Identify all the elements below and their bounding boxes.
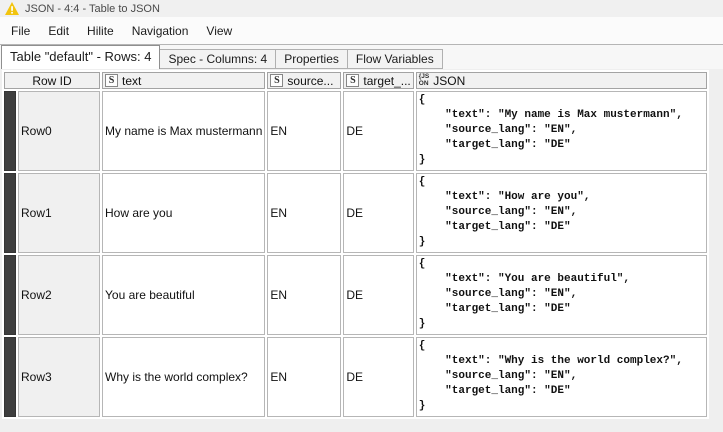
- row-color-bar: [4, 91, 16, 171]
- row-color-bar: [4, 337, 16, 417]
- window-title: JSON - 4:4 - Table to JSON: [25, 2, 160, 15]
- column-label: target_...: [363, 73, 411, 88]
- tab-properties[interactable]: Properties: [275, 49, 348, 69]
- column-header-rowid[interactable]: Row ID: [4, 72, 100, 89]
- row-id-cell[interactable]: Row1: [18, 173, 100, 253]
- json-type-icon: {JS ON: [418, 73, 430, 87]
- text-cell[interactable]: Why is the world complex?: [102, 337, 266, 417]
- target-lang-cell[interactable]: DE: [343, 91, 414, 171]
- json-cell[interactable]: { "text": "Why is the world complex?", "…: [415, 337, 707, 417]
- column-header-target-lang[interactable]: S target_...: [343, 72, 414, 89]
- row-id-cell[interactable]: Row0: [18, 91, 100, 171]
- menu-item-file[interactable]: File: [2, 20, 39, 42]
- row-color-bar: [4, 255, 16, 335]
- menu-item-navigation[interactable]: Navigation: [123, 20, 198, 42]
- warning-triangle-icon: [5, 2, 19, 15]
- header-row: Row ID S text S source... S target_... {…: [4, 72, 707, 89]
- menu-item-edit[interactable]: Edit: [39, 20, 78, 42]
- table-row: Row2 You are beautiful EN DE { "text": "…: [4, 255, 707, 335]
- json-cell[interactable]: { "text": "How are you", "source_lang": …: [415, 173, 707, 253]
- table-row: Row0 My name is Max mustermann EN DE { "…: [4, 91, 707, 171]
- menu-item-view[interactable]: View: [197, 20, 241, 42]
- table-row: Row3 Why is the world complex? EN DE { "…: [4, 337, 707, 417]
- source-lang-cell[interactable]: EN: [267, 173, 342, 253]
- data-table: Row ID S text S source... S target_... {…: [2, 70, 709, 419]
- column-header-text[interactable]: S text: [102, 72, 266, 89]
- row-id-cell[interactable]: Row3: [18, 337, 100, 417]
- target-lang-cell[interactable]: DE: [343, 255, 414, 335]
- row-color-bar: [4, 173, 16, 253]
- text-cell[interactable]: My name is Max mustermann: [102, 91, 266, 171]
- text-cell[interactable]: You are beautiful: [102, 255, 266, 335]
- json-cell[interactable]: { "text": "My name is Max mustermann", "…: [415, 91, 707, 171]
- string-type-icon: S: [346, 74, 360, 87]
- source-lang-cell[interactable]: EN: [267, 255, 342, 335]
- table-row: Row1 How are you EN DE { "text": "How ar…: [4, 173, 707, 253]
- tab-spec-columns[interactable]: Spec - Columns: 4: [159, 49, 277, 69]
- string-type-icon: S: [105, 74, 118, 87]
- column-header-json[interactable]: {JS ON JSON: [415, 72, 707, 89]
- row-id-cell[interactable]: Row2: [18, 255, 100, 335]
- source-lang-cell[interactable]: EN: [267, 91, 342, 171]
- title-bar: JSON - 4:4 - Table to JSON: [0, 0, 723, 17]
- json-cell[interactable]: { "text": "You are beautiful", "source_l…: [415, 255, 707, 335]
- string-type-icon: S: [270, 74, 284, 87]
- source-lang-cell[interactable]: EN: [267, 337, 342, 417]
- menu-bar: File Edit Hilite Navigation View: [0, 17, 723, 45]
- tab-table-default[interactable]: Table "default" - Rows: 4: [1, 45, 161, 69]
- menu-item-hilite[interactable]: Hilite: [78, 20, 123, 42]
- column-header-source-lang[interactable]: S source...: [267, 72, 342, 89]
- tab-strip: Table "default" - Rows: 4 Spec - Columns…: [0, 45, 723, 69]
- tab-flow-variables[interactable]: Flow Variables: [346, 49, 443, 69]
- target-lang-cell[interactable]: DE: [343, 337, 414, 417]
- column-label: JSON: [433, 73, 466, 88]
- target-lang-cell[interactable]: DE: [343, 173, 414, 253]
- table-view-area: Row ID S text S source... S target_... {…: [0, 69, 723, 432]
- column-label: text: [122, 73, 142, 88]
- column-label: source...: [287, 73, 334, 88]
- text-cell[interactable]: How are you: [102, 173, 266, 253]
